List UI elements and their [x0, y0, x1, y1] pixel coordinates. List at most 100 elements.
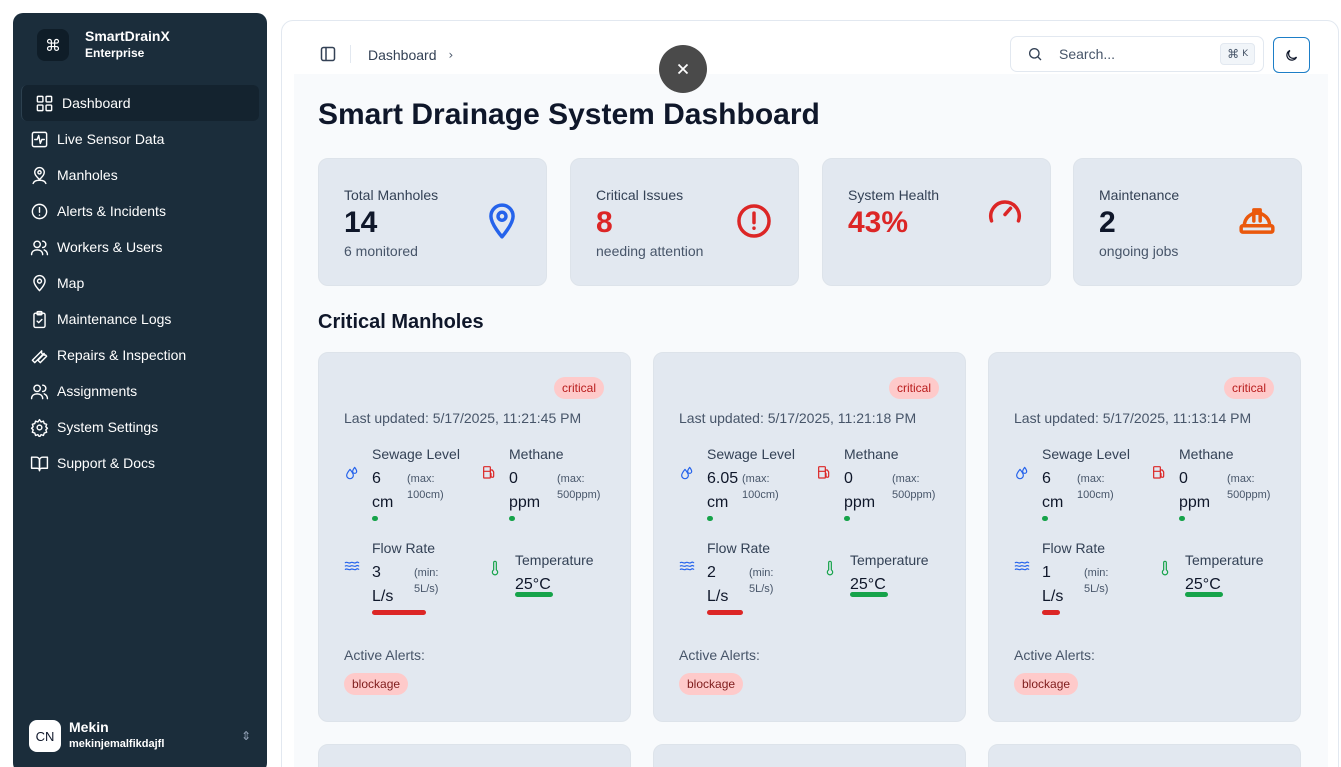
- active-alerts-label: Active Alerts:: [679, 647, 760, 663]
- metric-bar-fill: [1042, 610, 1060, 615]
- sidebar-item-alerts[interactable]: Alerts & Incidents: [21, 193, 259, 229]
- sidebar-item-label: Manholes: [57, 167, 118, 183]
- breadcrumb-dashboard[interactable]: Dashboard: [368, 47, 437, 63]
- metric-limit-value: 100cm): [742, 489, 779, 501]
- waves-icon: [344, 558, 362, 576]
- sidebar-item-repairs-inspection[interactable]: Repairs & Inspection: [21, 337, 259, 373]
- manhole-card[interactable]: critical Last updated: 5/17/2025, 11:13:1…: [988, 352, 1301, 722]
- metric-unit: cm: [1042, 494, 1064, 511]
- sidebar-item-workers-users[interactable]: Workers & Users: [21, 229, 259, 265]
- metric-unit: cm: [707, 494, 729, 511]
- droplets-icon: [344, 466, 362, 484]
- metric-bar-fill: [707, 610, 743, 615]
- metric-number: 0: [1179, 470, 1188, 487]
- sidebar-item-label: Map: [57, 275, 85, 291]
- search-box[interactable]: ⌘K: [1010, 36, 1264, 72]
- activity-icon: [29, 129, 49, 149]
- metric-limit-value: 100cm): [407, 489, 444, 501]
- waves-icon: [1014, 558, 1032, 576]
- map-pin-user-icon: [29, 165, 49, 185]
- sidebar-item-label: System Settings: [57, 419, 159, 435]
- sidebar-item-map[interactable]: Map: [21, 265, 259, 301]
- metric-limit: (max: 100cm): [1077, 471, 1114, 503]
- metric-bar-fill: [850, 592, 888, 597]
- status-badge: critical: [1223, 377, 1274, 399]
- sidebar-item-manholes[interactable]: Manholes: [21, 157, 259, 193]
- manhole-card[interactable]: critical Last updated: 5/17/2025, 11:21:1…: [653, 352, 966, 722]
- sidebar-item-label: Repairs & Inspection: [57, 347, 187, 363]
- metric-number: 25°C: [1185, 576, 1221, 593]
- map-pin-icon: [483, 202, 521, 240]
- droplets-icon: [679, 466, 697, 484]
- metric-unit: cm: [372, 494, 394, 511]
- shortcut-key: K: [1242, 49, 1248, 59]
- metric-number: 1: [1042, 564, 1051, 581]
- manhole-card[interactable]: [653, 744, 966, 767]
- stat-sub: needing attention: [596, 243, 704, 259]
- metric-value: 6.05 cm: [707, 467, 738, 515]
- metric-label: Sewage Level: [1042, 446, 1130, 462]
- fuel-icon: [1151, 464, 1169, 482]
- stat-card-maintenance: Maintenance 2 ongoing jobs: [1073, 158, 1302, 286]
- sidebar-item-maintenance-logs[interactable]: Maintenance Logs: [21, 301, 259, 337]
- dashboard-content: Smart Drainage System Dashboard Total Ma…: [294, 74, 1328, 767]
- metric-value: 0 ppm: [844, 467, 876, 515]
- chevron-right-icon: ›: [448, 48, 454, 62]
- sidebar-item-label: Alerts & Incidents: [57, 203, 166, 219]
- metric-label: Temperature: [850, 552, 929, 568]
- metric-limit: (max: 100cm): [742, 471, 779, 503]
- status-badge: critical: [888, 377, 939, 399]
- metric-bar: [1179, 516, 1269, 521]
- manhole-card[interactable]: [318, 744, 631, 767]
- metric-limit: (max: 500ppm): [557, 471, 600, 503]
- metric-value: 0 ppm: [1179, 467, 1210, 515]
- status-badge: critical: [553, 377, 604, 399]
- brand[interactable]: ⌘ SmartDrainX Enterprise: [37, 28, 170, 62]
- manhole-card[interactable]: critical Last updated: 5/17/2025, 11:21:4…: [318, 352, 631, 722]
- sidebar-toggle-icon[interactable]: [320, 46, 336, 62]
- close-button[interactable]: [659, 45, 707, 93]
- sidebar-item-support-docs[interactable]: Support & Docs: [21, 445, 259, 481]
- metric-value: 2 L/s: [707, 561, 737, 609]
- sidebar-nav: Dashboard Live Sensor Data Manholes Aler…: [21, 85, 259, 481]
- search-input[interactable]: [1059, 46, 1209, 62]
- metric-unit: ppm: [509, 494, 541, 511]
- metric-limit-value: 5L/s): [414, 583, 439, 595]
- metric-bar-fill: [1185, 592, 1223, 597]
- sidebar-item-live-sensor-data[interactable]: Live Sensor Data: [21, 121, 259, 157]
- metric-bar-fill: [1179, 516, 1185, 521]
- metric-limit-label: (min:: [1084, 567, 1109, 579]
- metric-limit-value: 500ppm): [892, 489, 936, 501]
- last-updated: Last updated: 5/17/2025, 11:21:45 PM: [344, 410, 582, 426]
- user-name: Mekin: [69, 719, 109, 735]
- metric-unit: ppm: [844, 494, 876, 511]
- metric-limit: (min: 5L/s): [1084, 565, 1108, 597]
- shortcut-hint: ⌘ K: [1220, 43, 1255, 65]
- metric-bar-fill: [707, 516, 713, 521]
- metric-label: Methane: [1179, 446, 1234, 462]
- metric-value: 0 ppm: [509, 467, 541, 515]
- sidebar-item-system-settings[interactable]: System Settings: [21, 409, 259, 445]
- metric-unit: L/s: [707, 588, 729, 605]
- stat-card-critical-issues: Critical Issues 8 needing attention: [570, 158, 799, 286]
- clipboard-check-icon: [29, 309, 49, 329]
- manhole-card[interactable]: [988, 744, 1301, 767]
- theme-toggle-button[interactable]: [1273, 37, 1310, 73]
- metric-label: Methane: [509, 446, 564, 462]
- avatar: CN: [29, 720, 61, 752]
- close-icon: [677, 63, 689, 75]
- alert-tag: blockage: [1014, 673, 1079, 695]
- metric-unit: L/s: [1042, 588, 1064, 605]
- sidebar-item-dashboard[interactable]: Dashboard: [21, 85, 259, 121]
- user-menu[interactable]: CN Mekin mekinjemalfikdajfl ⇕: [29, 719, 251, 753]
- topbar: Dashboard › ⌘K: [282, 21, 1338, 75]
- sidebar-item-label: Dashboard: [62, 95, 131, 111]
- sidebar-item-assignments[interactable]: Assignments: [21, 373, 259, 409]
- metric-label: Flow Rate: [707, 540, 771, 556]
- metric-label: Flow Rate: [372, 540, 436, 556]
- thermometer-icon: [487, 560, 505, 578]
- stat-sub: ongoing jobs: [1099, 243, 1179, 259]
- metric-number: 25°C: [515, 576, 551, 593]
- book-open-icon: [29, 453, 49, 473]
- fuel-icon: [481, 464, 499, 482]
